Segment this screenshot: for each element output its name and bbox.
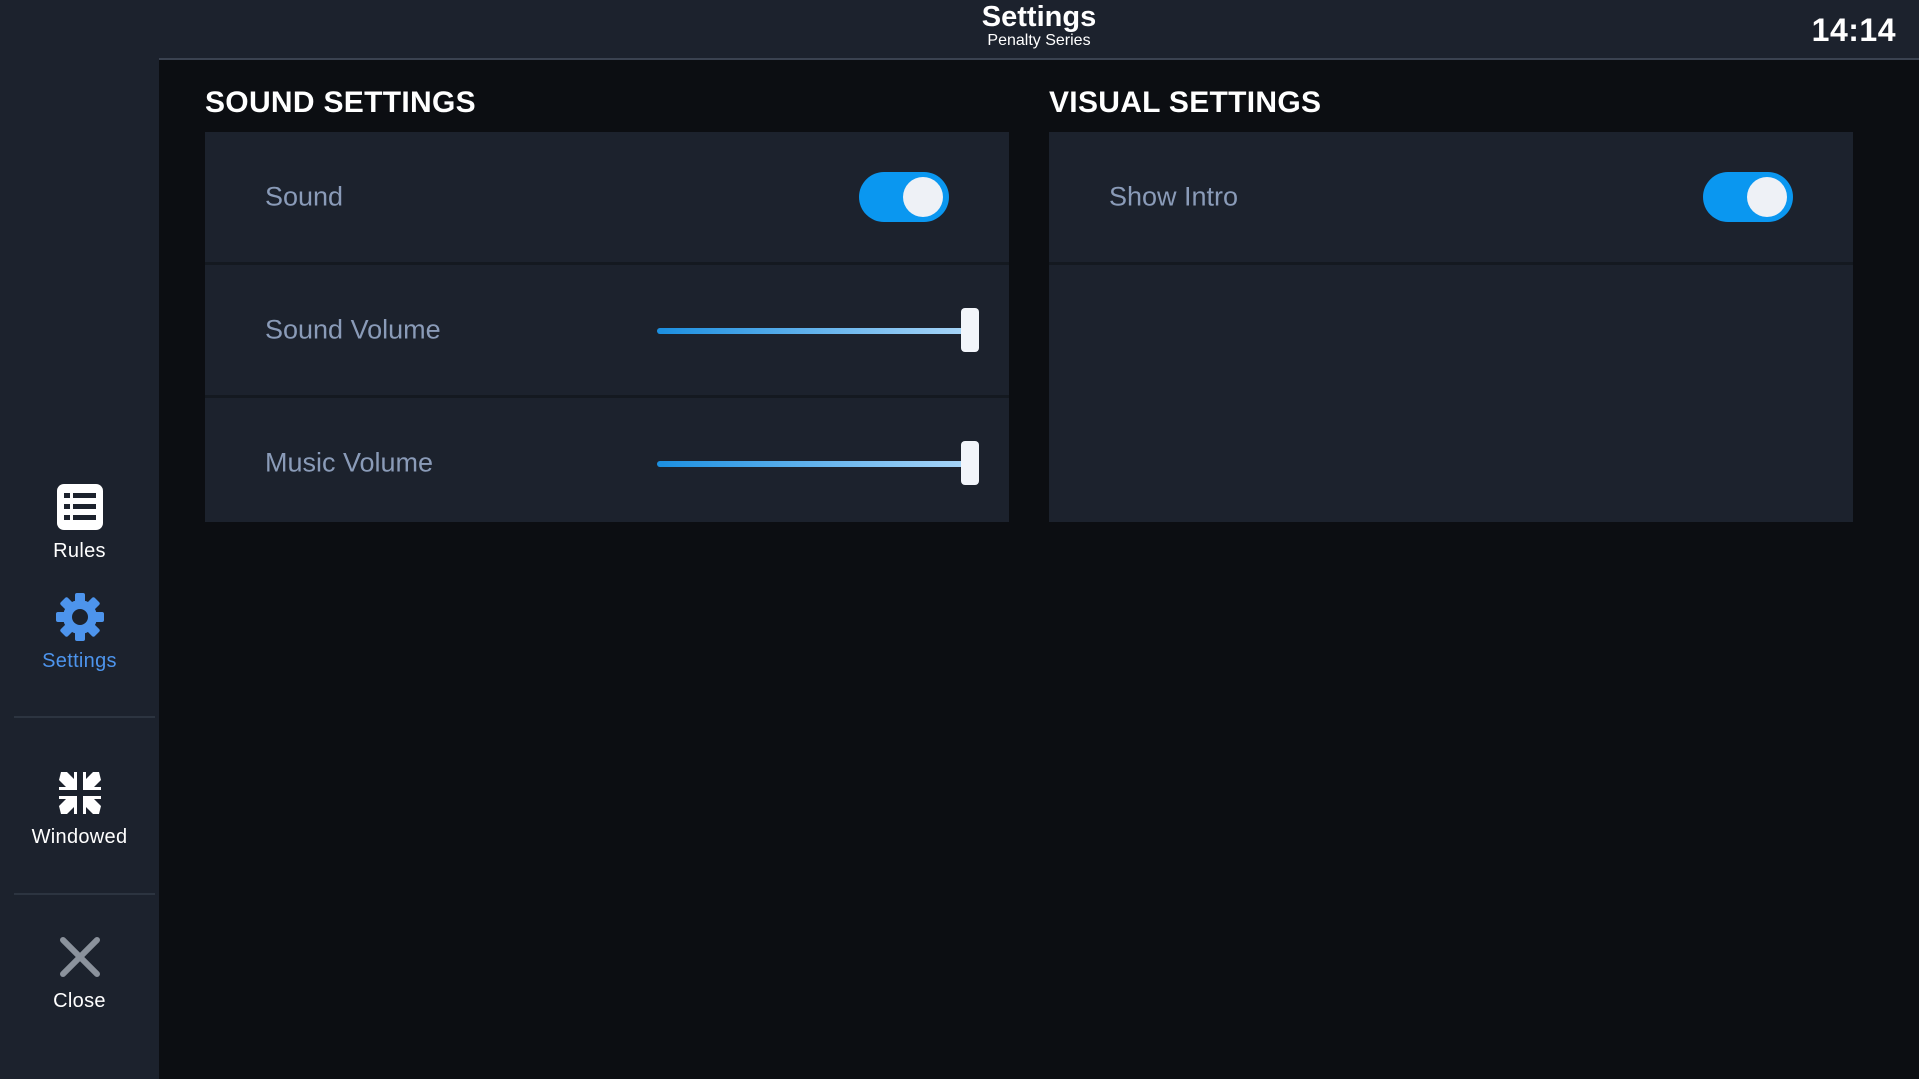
sidebar-divider <box>14 716 155 718</box>
sidebar-item-rules[interactable]: Rules <box>0 482 159 563</box>
sound-toggle[interactable] <box>859 172 949 222</box>
page-subtitle: Penalty Series <box>987 32 1091 49</box>
slider-thumb[interactable] <box>961 308 979 352</box>
sidebar-item-label: Close <box>53 990 106 1012</box>
slider-fill <box>657 328 970 334</box>
list-icon <box>56 484 103 530</box>
slider-fill <box>657 461 970 467</box>
show-intro-toggle[interactable] <box>1703 172 1793 222</box>
music-volume-slider[interactable] <box>657 441 979 485</box>
gear-icon <box>55 593 104 641</box>
sidebar-item-label: Settings <box>42 650 117 672</box>
sidebar-item-windowed[interactable]: Windowed <box>0 768 159 849</box>
sidebar-item-label: Windowed <box>31 826 128 848</box>
sidebar: Rules Settings Windowed Close <box>0 0 159 1079</box>
music-volume-label: Music Volume <box>265 447 434 478</box>
sound-settings-title: SOUND SETTINGS <box>205 86 476 119</box>
close-icon <box>59 937 100 977</box>
toggle-knob <box>903 177 943 217</box>
top-bar: Settings Penalty Series 14:14 <box>159 0 1919 60</box>
toggle-knob <box>1747 177 1787 217</box>
sidebar-divider <box>14 893 155 895</box>
row-divider <box>1049 262 1853 265</box>
sound-settings-panel: Sound Sound Volume Music Volume <box>205 132 1009 522</box>
visual-settings-panel: Show Intro <box>1049 132 1853 522</box>
sidebar-item-label: Rules <box>53 540 106 562</box>
visual-settings-title: VISUAL SETTINGS <box>1049 86 1322 119</box>
sound-volume-slider[interactable] <box>657 308 979 352</box>
title-block: Settings Penalty Series <box>159 0 1919 50</box>
clock: 14:14 <box>1811 12 1896 48</box>
sound-volume-label: Sound Volume <box>265 314 441 345</box>
show-intro-row: Show Intro <box>1049 132 1853 262</box>
music-volume-row: Music Volume <box>205 398 1009 528</box>
slider-thumb[interactable] <box>961 441 979 485</box>
sidebar-item-close[interactable]: Close <box>0 932 159 1013</box>
show-intro-label: Show Intro <box>1109 181 1239 212</box>
sound-row: Sound <box>205 132 1009 262</box>
sidebar-item-settings[interactable]: Settings <box>0 592 159 673</box>
windowed-arrows-icon <box>58 772 101 814</box>
sound-volume-row: Sound Volume <box>205 265 1009 395</box>
sound-label: Sound <box>265 181 344 212</box>
page-title: Settings <box>981 1 1097 33</box>
